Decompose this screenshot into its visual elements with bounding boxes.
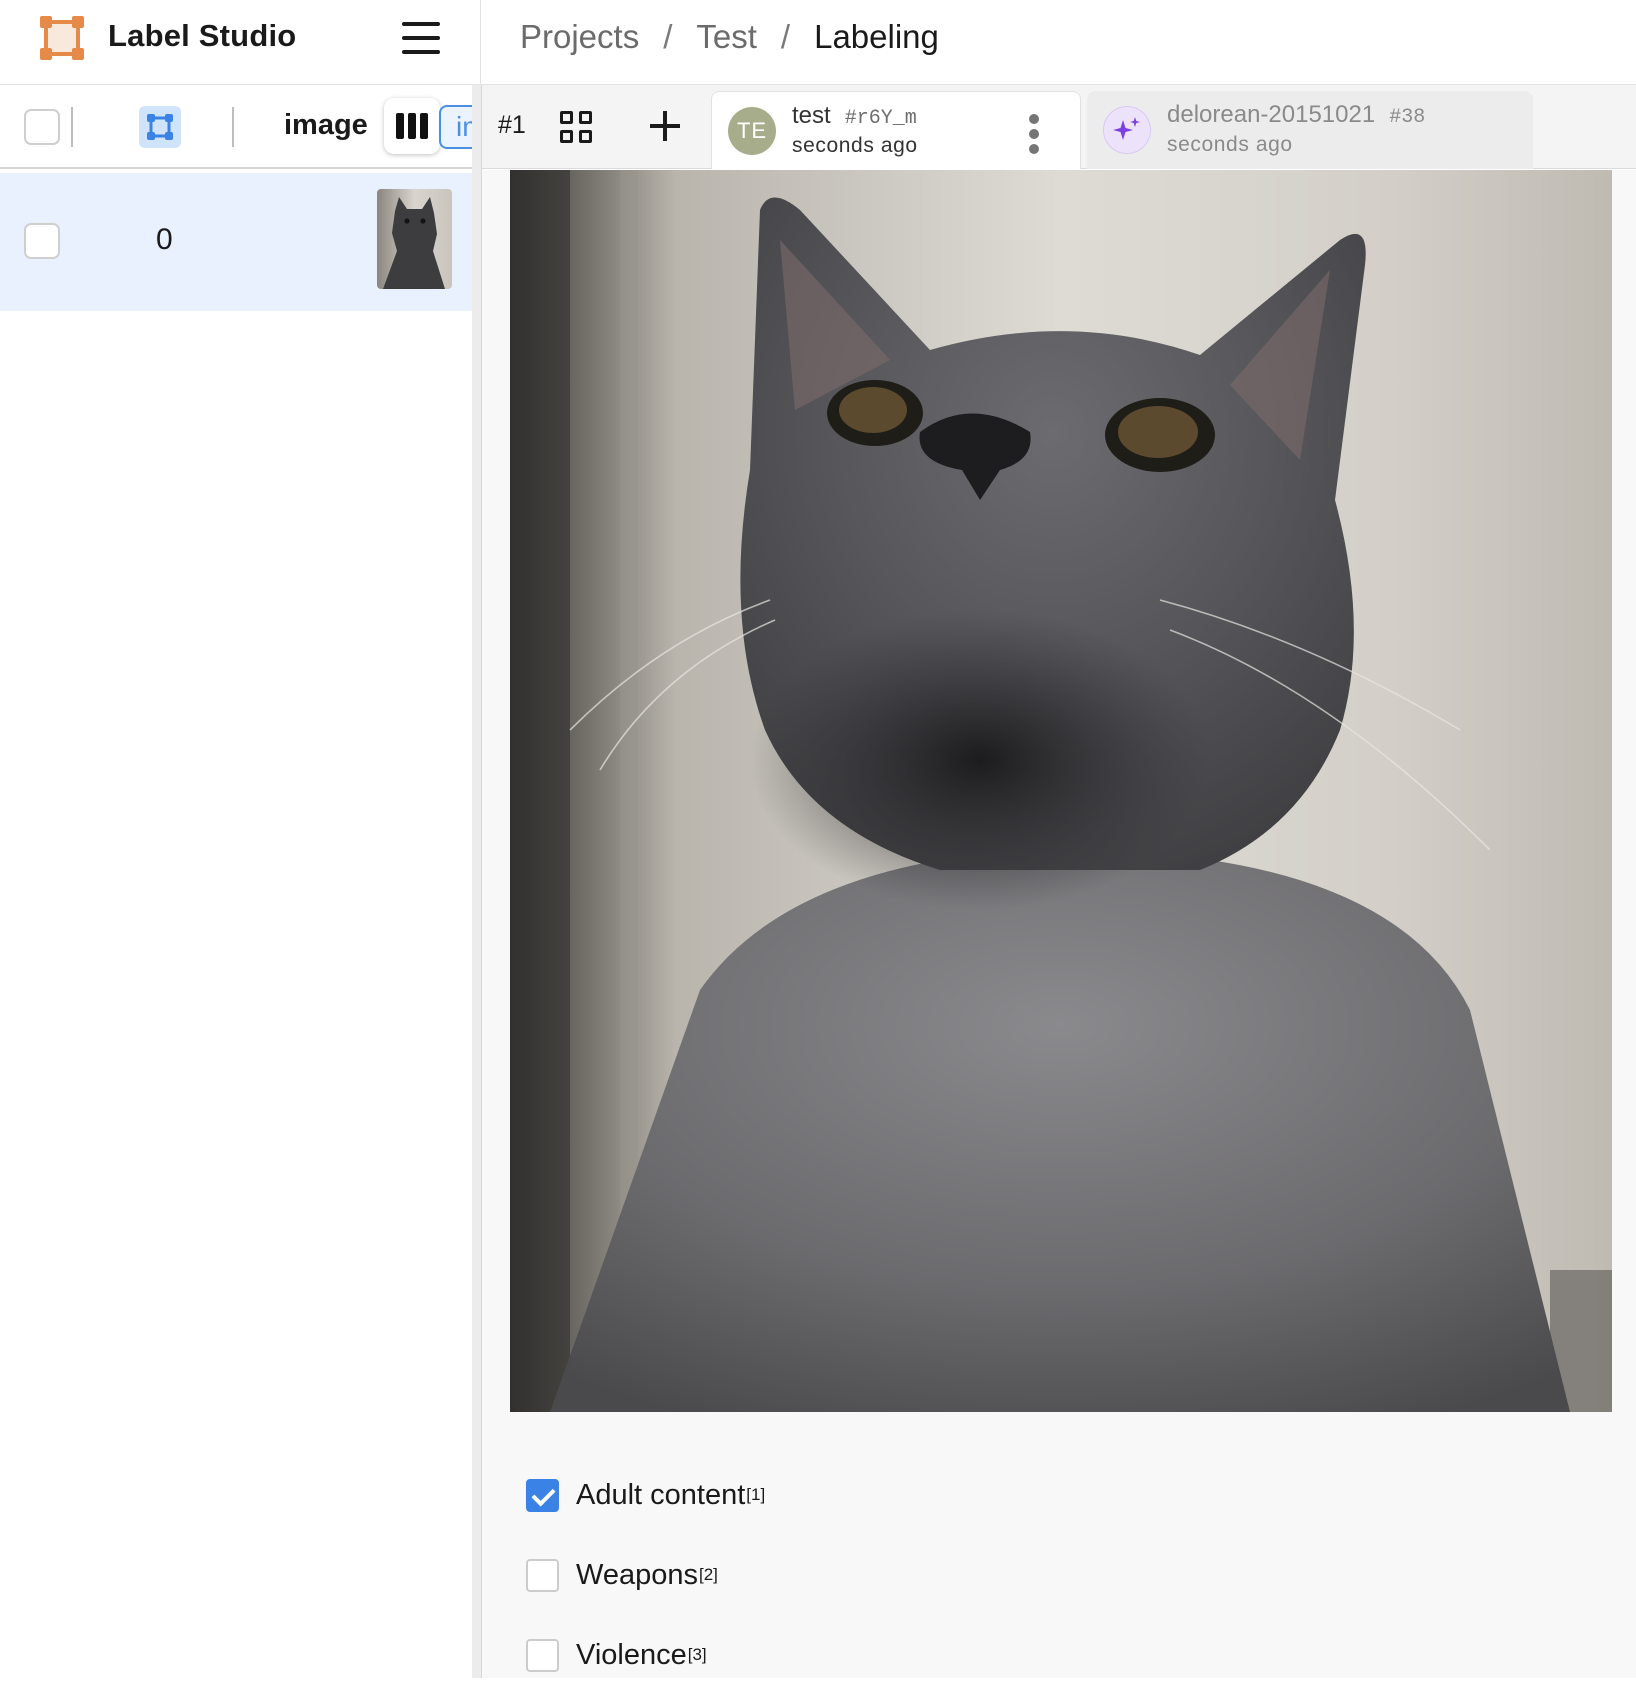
breadcrumb-projects[interactable]: Projects — [520, 18, 639, 56]
annotations-column-icon[interactable] — [139, 106, 181, 148]
columns-toggle-icon[interactable] — [384, 98, 440, 154]
prediction-author: delorean-20151021 #38 — [1167, 101, 1425, 129]
table-header: image im — [0, 85, 472, 169]
view-tab-peek[interactable]: im — [439, 105, 472, 149]
annotation-time: seconds ago — [792, 134, 918, 157]
annotation-tab[interactable]: TE test #r6Y_m seconds ago — [711, 91, 1081, 169]
divider — [71, 107, 73, 147]
choice-label: Violence — [576, 1638, 687, 1671]
breadcrumb-project[interactable]: Test — [696, 18, 757, 56]
labeling-workarea: Adult content [1] Weapons [2] Violence [3] — [482, 170, 1636, 1678]
hamburger-menu-icon[interactable] — [400, 20, 444, 56]
avatar: TE — [728, 107, 776, 155]
choice-label: Adult content — [576, 1478, 746, 1511]
breadcrumb-current: Labeling — [814, 18, 939, 55]
prediction-model: delorean-20151021 — [1167, 101, 1376, 128]
checkbox-checked-icon[interactable] — [526, 1478, 559, 1512]
label-studio-logo-icon[interactable] — [38, 14, 86, 62]
task-thumbnail — [377, 189, 452, 289]
top-header: Label Studio Projects / Test / Labeling — [0, 0, 1636, 85]
prediction-id: #38 — [1389, 106, 1426, 129]
choice-weapons[interactable]: Weapons [2] — [526, 1535, 765, 1615]
more-options-icon[interactable] — [1024, 114, 1044, 154]
choice-violence[interactable]: Violence [3] — [526, 1615, 765, 1695]
panel-resize-handle[interactable] — [472, 85, 482, 1678]
breadcrumb: Projects / Test / Labeling — [520, 18, 939, 56]
grid-view-icon[interactable] — [560, 111, 594, 145]
choice-label: Weapons — [576, 1558, 698, 1591]
task-number: #1 — [498, 111, 526, 139]
prediction-tab[interactable]: delorean-20151021 #38 seconds ago — [1087, 91, 1533, 169]
hotkey-hint: [2] — [699, 1565, 718, 1584]
task-id: 0 — [156, 223, 173, 256]
data-manager-panel: image im 0 — [0, 85, 472, 1678]
select-all-checkbox[interactable] — [24, 109, 60, 145]
app-name: Label Studio — [108, 18, 297, 53]
brand-area: Label Studio — [0, 0, 481, 85]
checkbox[interactable] — [526, 1558, 559, 1592]
breadcrumb-separator: / — [663, 18, 673, 55]
annotation-author: test #r6Y_m — [792, 102, 917, 130]
choice-adult-content[interactable]: Adult content [1] — [526, 1455, 765, 1535]
divider — [232, 107, 234, 147]
add-annotation-icon[interactable] — [648, 109, 682, 143]
annotation-user: test — [792, 102, 831, 129]
row-checkbox[interactable] — [24, 223, 60, 259]
sparkles-icon — [1103, 106, 1151, 154]
hotkey-hint: [1] — [746, 1485, 766, 1504]
hotkey-hint: [3] — [687, 1645, 707, 1664]
column-header-image[interactable]: image — [284, 109, 368, 142]
checkbox[interactable] — [526, 1638, 559, 1672]
prediction-time: seconds ago — [1167, 133, 1293, 156]
annotation-id: #r6Y_m — [844, 107, 917, 130]
breadcrumb-separator: / — [780, 18, 791, 55]
image-canvas[interactable] — [510, 170, 1612, 1412]
choices-group: Adult content [1] Weapons [2] Violence [3] — [526, 1455, 765, 1695]
annotation-tabs-bar: #1 TE test #r6Y_m seconds ago delorean-20… — [482, 85, 1636, 169]
